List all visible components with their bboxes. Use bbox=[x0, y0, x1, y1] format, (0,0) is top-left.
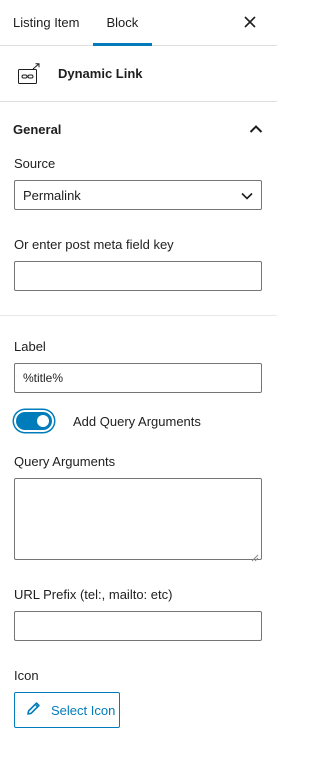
select-icon-button[interactable]: Select Icon bbox=[14, 692, 120, 728]
source-select[interactable]: Permalink bbox=[14, 180, 262, 210]
tab-label: Listing Item bbox=[13, 15, 80, 30]
meta-key-label: Or enter post meta field key bbox=[14, 237, 174, 252]
query-arguments-label: Query Arguments bbox=[14, 454, 116, 469]
sidebar-tabs: Listing Item Block bbox=[0, 0, 277, 46]
query-arguments-textarea[interactable] bbox=[14, 478, 262, 562]
toggle-knob bbox=[37, 415, 49, 427]
tab-listing-item[interactable]: Listing Item bbox=[0, 0, 93, 45]
label-input[interactable]: %title% bbox=[14, 363, 262, 393]
select-icon-label: Select Icon bbox=[51, 702, 116, 718]
pencil-icon bbox=[26, 701, 41, 719]
query-arguments-toggle-row: Add Query Arguments bbox=[14, 412, 263, 430]
meta-key-input[interactable] bbox=[14, 261, 262, 291]
general-panel-body: Source Permalink Or enter post meta fiel… bbox=[0, 156, 277, 728]
label-field-label: Label bbox=[14, 339, 46, 354]
url-prefix-label: URL Prefix (tel:, mailto: etc) bbox=[14, 587, 173, 602]
source-label: Source bbox=[14, 156, 56, 171]
tab-block[interactable]: Block bbox=[93, 0, 153, 46]
block-card: Dynamic Link bbox=[0, 46, 277, 102]
query-arguments-toggle[interactable] bbox=[16, 412, 52, 430]
general-panel-toggle[interactable]: General bbox=[0, 102, 277, 157]
icon-label: Icon bbox=[14, 668, 39, 683]
tab-label: Block bbox=[106, 15, 139, 30]
toggle-label: Add Query Arguments bbox=[73, 413, 201, 429]
source-value: Permalink bbox=[23, 187, 81, 203]
resize-handle-icon[interactable] bbox=[251, 549, 259, 562]
chevron-down-icon bbox=[241, 188, 253, 203]
url-prefix-input[interactable] bbox=[14, 611, 262, 641]
panel-title: General bbox=[13, 122, 62, 137]
block-title: Dynamic Link bbox=[58, 66, 143, 81]
close-icon[interactable] bbox=[241, 13, 259, 31]
dynamic-link-icon bbox=[16, 61, 42, 87]
divider bbox=[0, 315, 277, 316]
chevron-up-icon bbox=[249, 121, 263, 139]
